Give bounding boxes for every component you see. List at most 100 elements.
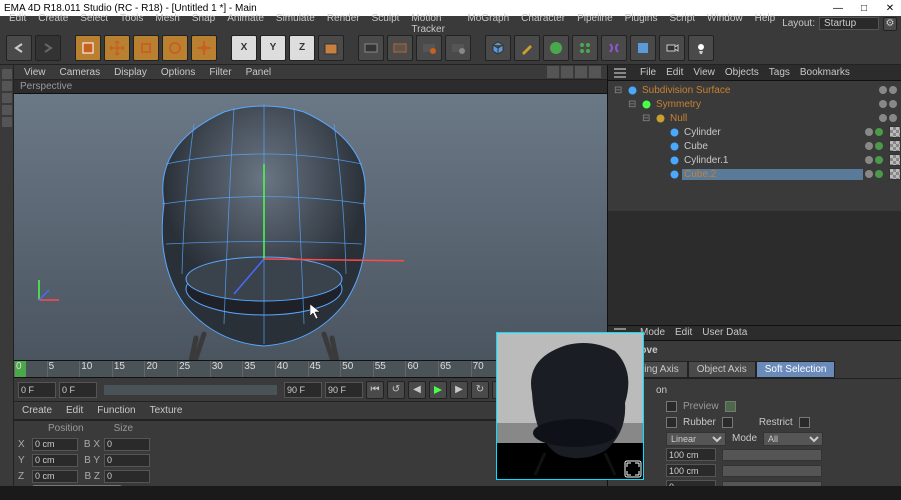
cube-primitive-button[interactable] [485, 35, 511, 61]
tree-row[interactable]: Cylinder [608, 125, 901, 139]
mat-menu-texture[interactable]: Texture [150, 405, 183, 416]
coord-y-size[interactable] [104, 454, 150, 467]
om-file[interactable]: File [640, 67, 656, 78]
menu-snap[interactable]: Snap [187, 12, 220, 36]
vp-menu-panel[interactable]: Panel [242, 66, 276, 79]
environment-button[interactable] [630, 35, 656, 61]
coord-y-pos[interactable] [32, 454, 78, 467]
rubber-toggle[interactable] [722, 417, 733, 428]
object-name[interactable]: Cylinder [682, 127, 863, 138]
texture-tag-icon[interactable] [889, 126, 901, 138]
vp-menu-options[interactable]: Options [157, 66, 199, 79]
mat-menu-create[interactable]: Create [22, 405, 52, 416]
model-mode-icon[interactable] [2, 69, 12, 79]
vp-nav-zoom-icon[interactable] [561, 66, 573, 78]
visibility-dots[interactable] [879, 86, 897, 94]
hamburger-icon[interactable] [614, 68, 626, 78]
close-button[interactable]: ✕ [883, 3, 897, 14]
viewport-3d[interactable] [14, 94, 607, 360]
array-button[interactable] [572, 35, 598, 61]
z-axis-button[interactable]: Z [289, 35, 315, 61]
vp-nav-layout-icon[interactable] [589, 66, 601, 78]
object-name[interactable]: Null [668, 113, 877, 124]
next-key-button[interactable]: ↻ [471, 381, 489, 399]
redo-button[interactable] [35, 35, 61, 61]
expand-icon[interactable]: ⊟ [614, 85, 624, 96]
subdivision-button[interactable] [543, 35, 569, 61]
menu-pipeline[interactable]: Pipeline [572, 12, 618, 36]
end-frame-field[interactable] [325, 382, 363, 398]
preview-checkbox[interactable] [666, 401, 677, 412]
tree-row[interactable]: Cube [608, 139, 901, 153]
x-axis-button[interactable]: X [231, 35, 257, 61]
menu-render[interactable]: Render [322, 12, 365, 36]
end-preview-field[interactable] [284, 382, 322, 398]
menu-script[interactable]: Script [664, 12, 700, 36]
texture-mode-icon[interactable] [2, 81, 12, 91]
width-slider[interactable] [722, 465, 822, 477]
tab-soft-selection[interactable]: Soft Selection [756, 361, 836, 378]
om-objects[interactable]: Objects [725, 67, 759, 78]
undo-button[interactable] [6, 35, 32, 61]
edge-mode-icon[interactable] [2, 105, 12, 115]
falloff-select[interactable]: Linear [666, 432, 726, 446]
camera-button[interactable] [659, 35, 685, 61]
range-slider[interactable] [104, 385, 277, 395]
restrict-toggle[interactable] [799, 417, 810, 428]
texture-tag-icon[interactable] [889, 168, 901, 180]
coord-x-pos[interactable] [32, 438, 78, 451]
menu-mograph[interactable]: MoGraph [462, 12, 514, 36]
vp-menu-cameras[interactable]: Cameras [56, 66, 105, 79]
object-tree[interactable]: ⊟Subdivision Surface⊟Symmetry⊟NullCylind… [608, 81, 901, 211]
poly-mode-icon[interactable] [2, 117, 12, 127]
mat-menu-function[interactable]: Function [97, 405, 135, 416]
prev-key-button[interactable]: ↺ [387, 381, 405, 399]
object-name[interactable]: Subdivision Surface [640, 85, 877, 96]
om-bookmarks[interactable]: Bookmarks [800, 67, 850, 78]
mat-menu-edit[interactable]: Edit [66, 405, 83, 416]
y-axis-button[interactable]: Y [260, 35, 286, 61]
next-frame-button[interactable]: ▶ [450, 381, 468, 399]
render-settings-button[interactable] [416, 35, 442, 61]
vp-menu-filter[interactable]: Filter [205, 66, 235, 79]
pen-tool-button[interactable] [514, 35, 540, 61]
om-tags[interactable]: Tags [769, 67, 790, 78]
coord-x-size[interactable] [104, 438, 150, 451]
radius-slider[interactable] [722, 449, 822, 461]
menu-create[interactable]: Create [33, 12, 73, 36]
menu-animate[interactable]: Animate [222, 12, 269, 36]
light-button[interactable] [688, 35, 714, 61]
expand-icon[interactable]: ⊟ [628, 99, 638, 110]
visibility-dots[interactable] [865, 170, 883, 178]
vp-nav-rotate-icon[interactable] [575, 66, 587, 78]
tree-row[interactable]: ⊟ Subdivision Surface [608, 83, 901, 97]
goto-start-button[interactable]: ⏮ [366, 381, 384, 399]
coord-z-pos[interactable] [32, 470, 78, 483]
move-tool-button[interactable] [104, 35, 130, 61]
render-view-button[interactable] [358, 35, 384, 61]
texture-tag-icon[interactable] [889, 140, 901, 152]
visibility-dots[interactable] [879, 100, 897, 108]
tab-object-axis[interactable]: Object Axis [688, 361, 756, 378]
live-select-button[interactable] [75, 35, 101, 61]
prev-frame-button[interactable]: ◀ [408, 381, 426, 399]
menu-mesh[interactable]: Mesh [150, 12, 184, 36]
point-mode-icon[interactable] [2, 93, 12, 103]
texture-tag-icon[interactable] [889, 154, 901, 166]
preview-toggle[interactable] [725, 401, 736, 412]
menu-plugins[interactable]: Plugins [620, 12, 663, 36]
coord-system-button[interactable] [318, 35, 344, 61]
menu-sculpt[interactable]: Sculpt [367, 12, 405, 36]
menu-help[interactable]: Help [750, 12, 781, 36]
vp-nav-pan-icon[interactable] [547, 66, 559, 78]
vp-menu-view[interactable]: View [20, 66, 50, 79]
current-frame-field[interactable] [59, 382, 97, 398]
layout-dropdown[interactable] [819, 17, 879, 30]
tree-row[interactable]: ⊟Symmetry [608, 97, 901, 111]
layout-config-icon[interactable]: ⚙ [883, 17, 897, 31]
visibility-dots[interactable] [865, 142, 883, 150]
om-view[interactable]: View [693, 67, 715, 78]
coord-z-size[interactable] [104, 470, 150, 483]
maximize-button[interactable]: □ [857, 3, 871, 14]
rotate-tool-button[interactable] [162, 35, 188, 61]
